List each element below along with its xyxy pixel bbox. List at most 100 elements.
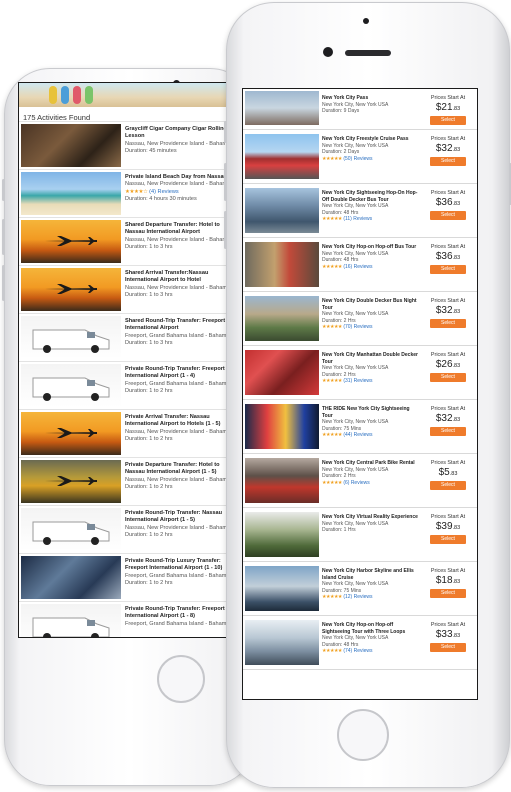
tour-list-item[interactable]: New York City Hop-on Hop-off Bus Tour New… — [243, 238, 477, 292]
price-cents: .83 — [452, 255, 461, 261]
rating-stars-icon: ★★★★☆ — [125, 188, 148, 195]
tour-list-item[interactable]: New York City Central Park Bike Rental Ne… — [243, 454, 477, 508]
tour-list-item[interactable]: New York City Harbor Skyline and Ellis I… — [243, 562, 477, 616]
reviews-link[interactable]: (31) Reviews — [343, 378, 372, 384]
activity-list-item[interactable]: Private Round-Trip Transfer: Freeport In… — [19, 601, 236, 637]
activity-title[interactable]: Private Round-Trip Luxury Transfer: Free… — [125, 558, 235, 573]
select-button[interactable]: Select — [430, 373, 466, 382]
reviews-link[interactable]: (4) Reviews — [149, 189, 179, 195]
reviews-link[interactable]: (12) Reviews — [343, 594, 372, 600]
reviews-link[interactable]: (50) Reviews — [343, 156, 372, 162]
tour-details: New York City Sightseeing Hop-On Hop-Off… — [322, 184, 420, 237]
activity-details: Shared Arrival Transfer:Nassau Internati… — [125, 266, 235, 313]
select-button[interactable]: Select — [430, 211, 466, 220]
select-button[interactable]: Select — [430, 116, 466, 125]
activity-title[interactable]: Shared Departure Transfer: Hotel to Nass… — [125, 222, 235, 237]
tour-title[interactable]: New York City Pass — [322, 95, 420, 102]
tour-title[interactable]: New York City Central Park Bike Rental — [322, 460, 420, 467]
tour-location: New York City, New York USA — [322, 203, 389, 210]
tour-title[interactable]: THE RIDE New York City Sightseeing Tour — [322, 406, 420, 419]
activity-title[interactable]: Private Round-Trip Transfer: Nassau Inte… — [125, 510, 235, 525]
tour-duration: Duration: 75 Mins — [322, 425, 362, 432]
activity-location: Nassau, New Providence Island - Bahamas — [125, 524, 233, 531]
tour-location: New York City, New York USA — [322, 520, 389, 527]
rating: ★★★★★ (31) Reviews — [322, 378, 420, 385]
rating-stars-icon: ★★★★★ — [322, 378, 342, 385]
volume-up-button — [2, 219, 5, 255]
tour-title[interactable]: New York City Virtual Reality Experience — [322, 514, 420, 521]
reviews-link[interactable]: (11) Reviews — [343, 216, 372, 222]
rating-stars-icon: ★★★★★ — [322, 648, 342, 655]
activity-title[interactable]: Shared Arrival Transfer:Nassau Internati… — [125, 270, 235, 285]
home-button[interactable] — [337, 709, 389, 761]
activity-list-item[interactable]: Private Round-Trip Transfer: Freeport In… — [19, 361, 236, 409]
price-cents: .83 — [452, 417, 461, 423]
select-button[interactable]: Select — [430, 589, 466, 598]
activity-title[interactable]: Private Round-Trip Transfer: Freeport In… — [125, 606, 235, 621]
tour-title[interactable]: New York City Hop-on Hop-off Sightseeing… — [322, 622, 420, 635]
select-button[interactable]: Select — [430, 427, 466, 436]
reviews-link[interactable]: (74) Reviews — [343, 648, 372, 654]
select-button[interactable]: Select — [430, 535, 466, 544]
price-label: Prices Start At — [430, 568, 466, 574]
tour-title[interactable]: New York City Harbor Skyline and Ellis I… — [322, 568, 420, 581]
tour-list-item[interactable]: THE RIDE New York City Sightseeing Tour N… — [243, 400, 477, 454]
activity-list-item[interactable]: Shared Arrival Transfer:Nassau Internati… — [19, 265, 236, 313]
select-button[interactable]: Select — [430, 481, 466, 490]
activity-details: Private Round-Trip Transfer: Nassau Inte… — [125, 506, 235, 553]
activity-title[interactable]: Private Arrival Transfer: Nassau Interna… — [125, 414, 235, 429]
tour-list-item[interactable]: New York City Freestyle Cruise Pass New Y… — [243, 130, 477, 184]
price-label: Prices Start At — [430, 514, 466, 520]
activity-list-item[interactable]: Graycliff Cigar Company Cigar Rolling Le… — [19, 121, 236, 169]
activity-location: Freeport, Grand Bahama Island - Bahamas — [125, 332, 233, 339]
activity-list-item[interactable]: Private Island Beach Day from Nassau Nass… — [19, 169, 236, 217]
reviews-link[interactable]: (44) Reviews — [343, 432, 372, 438]
tour-thumbnail — [245, 458, 319, 503]
tour-list-item[interactable]: New York City Virtual Reality Experience… — [243, 508, 477, 562]
tour-title[interactable]: New York City Freestyle Cruise Pass — [322, 136, 420, 143]
activity-list-item[interactable]: Shared Round-Trip Transfer: Freeport Int… — [19, 313, 236, 361]
select-button[interactable]: Select — [430, 265, 466, 274]
select-button[interactable]: Select — [430, 157, 466, 166]
select-button[interactable]: Select — [430, 643, 466, 652]
reviews-link[interactable]: (16) Reviews — [343, 264, 372, 270]
tour-list-item[interactable]: New York City Sightseeing Hop-On Hop-Off… — [243, 184, 477, 238]
activity-list-item[interactable]: Private Round-Trip Luxury Transfer: Free… — [19, 553, 236, 601]
activity-location: Nassau, New Providence Island - Bahamas — [125, 140, 233, 147]
activity-title[interactable]: Private Round-Trip Transfer: Freeport In… — [125, 366, 235, 381]
tour-title[interactable]: New York City Double Decker Bus Night To… — [322, 298, 420, 311]
activity-title[interactable]: Shared Round-Trip Transfer: Freeport Int… — [125, 318, 235, 333]
rating-stars-icon: ★★★★★ — [322, 263, 342, 270]
tour-list-item[interactable]: New York City Hop-on Hop-off Sightseeing… — [243, 616, 477, 670]
reviews-link[interactable]: (70) Reviews — [343, 324, 372, 330]
activity-duration: Duration: 1 to 2 hrs — [125, 580, 173, 587]
tour-duration: Duration: 1 Hrs — [322, 527, 356, 534]
price-cents: .83 — [452, 363, 461, 369]
select-button[interactable]: Select — [430, 319, 466, 328]
tour-list-item[interactable]: New York City Manhattan Double Decker To… — [243, 346, 477, 400]
price-box: Prices Start At $39.83 Select — [426, 514, 470, 544]
activity-list-item[interactable]: Private Round-Trip Transfer: Nassau Inte… — [19, 505, 236, 553]
rating: ★★★★★ (74) Reviews — [322, 648, 420, 655]
reviews-link[interactable]: (6) Reviews — [343, 480, 369, 486]
price-box: Prices Start At $32.83 Select — [426, 406, 470, 436]
activity-title[interactable]: Private Island Beach Day from Nassau — [125, 174, 235, 181]
activity-list-item[interactable]: Private Departure Transfer: Hotel to Nas… — [19, 457, 236, 505]
price-amount: $32.83 — [426, 413, 470, 424]
tour-list-item[interactable]: New York City Double Decker Bus Night To… — [243, 292, 477, 346]
tour-title[interactable]: New York City Manhattan Double Decker To… — [322, 352, 420, 365]
activity-list-item[interactable]: Shared Departure Transfer: Hotel to Nass… — [19, 217, 236, 265]
rating: ★★★★★ (44) Reviews — [322, 432, 420, 439]
activity-title[interactable]: Private Departure Transfer: Hotel to Nas… — [125, 462, 235, 477]
activity-list-item[interactable]: Private Arrival Transfer: Nassau Interna… — [19, 409, 236, 457]
activity-title[interactable]: Graycliff Cigar Company Cigar Rolling Le… — [125, 126, 235, 141]
tour-thumbnail — [245, 91, 319, 125]
tour-title[interactable]: New York City Sightseeing Hop-On Hop-Off… — [322, 190, 420, 203]
activity-location: Freeport, Grand Bahama Island - Bahamas — [125, 620, 233, 627]
tour-title[interactable]: New York City Hop-on Hop-off Bus Tour — [322, 244, 420, 251]
price-dollars: $39 — [435, 521, 453, 532]
home-button[interactable] — [157, 655, 205, 703]
results-count: 175 Activities Found — [23, 113, 91, 122]
tour-list-item[interactable]: New York City Pass New York City, New Yor… — [243, 89, 477, 130]
price-box: Prices Start At $21.83 Select — [426, 95, 470, 125]
